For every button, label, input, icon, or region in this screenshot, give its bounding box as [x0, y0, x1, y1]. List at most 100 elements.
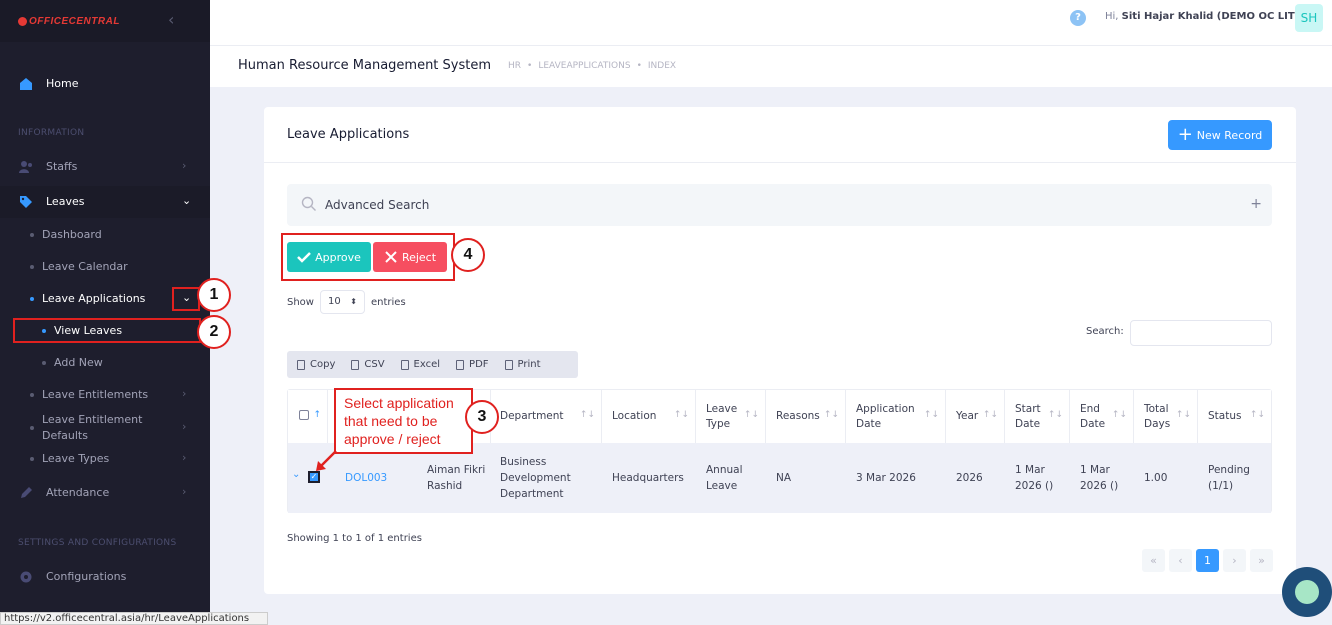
header-label: Start Date: [1015, 402, 1041, 430]
search-icon: [301, 196, 316, 211]
column-header-application-date[interactable]: Application Date ↑↓: [846, 390, 946, 443]
csv-file-icon: [351, 359, 360, 370]
greeting-prefix: Hi,: [1105, 11, 1119, 22]
cell-application-date: 3 Mar 2026: [856, 472, 916, 484]
select-all-checkbox[interactable]: [299, 410, 309, 420]
sort-icon: ↑↓: [743, 410, 759, 420]
expand-row-chevron-icon[interactable]: ⌄: [292, 469, 300, 480]
sidebar: OFFICECENTRAL ‹ Home INFORMATION Staffs …: [0, 0, 210, 625]
prev-page-button[interactable]: ‹: [1169, 549, 1192, 572]
sidebar-subitem-add-new[interactable]: Add New: [0, 351, 210, 375]
show-label: Show: [287, 296, 314, 308]
help-icon[interactable]: ?: [1070, 10, 1086, 26]
select-arrows-icon: ⬍: [350, 297, 357, 306]
csv-button[interactable]: CSV: [351, 359, 385, 370]
column-header-reasons[interactable]: Reasons ↑↓: [766, 390, 846, 443]
sidebar-item-label: Configurations: [46, 570, 127, 583]
section-label-information: INFORMATION: [18, 128, 85, 138]
pen-icon: [21, 487, 32, 498]
logo-mark-icon: [18, 16, 27, 26]
breadcrumb: HR • LEAVEAPPLICATIONS • INDEX: [508, 61, 676, 71]
sidebar-item-attendance[interactable]: Attendance ›: [0, 483, 210, 503]
cell-status: Pending (1/1): [1208, 464, 1250, 492]
sidebar-collapse-icon[interactable]: ‹: [168, 10, 174, 29]
pdf-button[interactable]: PDF: [456, 359, 489, 370]
sidebar-subitem-leave-entitlement-defaults[interactable]: Leave Entitlement Defaults ›: [0, 410, 210, 444]
logo[interactable]: OFFICECENTRAL: [18, 16, 120, 27]
page-length-value: 10: [327, 296, 341, 307]
chat-widget-button[interactable]: [1282, 567, 1332, 617]
sidebar-item-label: Leaves: [46, 195, 85, 208]
sort-icon: ↑↓: [1249, 410, 1265, 420]
first-page-button[interactable]: «: [1142, 549, 1165, 572]
sort-icon: ↑↓: [823, 410, 839, 420]
sidebar-subitem-leave-types[interactable]: Leave Types ›: [0, 447, 210, 471]
column-header-start-date[interactable]: Start Date ↑↓: [1005, 390, 1070, 443]
last-page-button[interactable]: »: [1250, 549, 1273, 572]
bullet-icon: [42, 361, 46, 365]
sort-icon: ↑↓: [982, 410, 998, 420]
sort-icon[interactable]: ↑: [313, 410, 321, 420]
column-header-end-date[interactable]: End Date ↑↓: [1070, 390, 1134, 443]
annotation-note: Select application that need to be appro…: [334, 388, 473, 454]
sidebar-item-label: Attendance: [46, 486, 110, 499]
cell-location: Headquarters: [612, 472, 684, 484]
sidebar-subitem-leave-entitlements[interactable]: Leave Entitlements ›: [0, 383, 210, 407]
cell-start-date: 1 Mar 2026 (): [1015, 464, 1054, 492]
column-header-status[interactable]: Status ↑↓: [1198, 390, 1271, 443]
subheader: Human Resource Management System HR • LE…: [210, 45, 1332, 87]
new-record-button[interactable]: + New Record: [1168, 120, 1272, 150]
sort-icon: ↑↓: [673, 410, 689, 420]
sidebar-subitem-label: Add New: [54, 356, 103, 369]
advanced-search-panel[interactable]: Advanced Search +: [287, 184, 1272, 226]
chat-icon: [1295, 580, 1319, 604]
sidebar-subitem-label: Leave Applications: [42, 292, 146, 305]
bullet-icon: [30, 426, 34, 430]
sort-icon: ↑↓: [1047, 410, 1063, 420]
sidebar-item-home[interactable]: Home: [0, 74, 210, 94]
column-header-department[interactable]: Department ↑↓: [490, 390, 602, 443]
button-label: CSV: [364, 359, 385, 370]
breadcrumb-item[interactable]: INDEX: [648, 61, 676, 71]
sidebar-subitem-leave-calendar[interactable]: Leave Calendar: [0, 255, 210, 279]
breadcrumb-item[interactable]: LEAVEAPPLICATIONS: [538, 61, 630, 71]
bullet-icon: [30, 297, 34, 301]
chevron-right-icon: ›: [182, 387, 187, 400]
user-name: Siti Hajar Khalid (DEMO OC LITE): [1121, 11, 1307, 22]
column-header-location[interactable]: Location ↑↓: [602, 390, 696, 443]
select-all-header: ↑: [288, 390, 328, 443]
topbar: ? Hi, Siti Hajar Khalid (DEMO OC LITE) S…: [210, 0, 1332, 45]
next-page-button[interactable]: ›: [1223, 549, 1246, 572]
sidebar-subitem-label: Leave Types: [42, 452, 110, 465]
sort-icon: ↑↓: [923, 410, 939, 420]
chevron-right-icon: ›: [182, 159, 187, 172]
column-header-year[interactable]: Year ↑↓: [946, 390, 1005, 443]
pdf-file-icon: [456, 359, 465, 370]
expand-plus-icon[interactable]: +: [1250, 196, 1262, 212]
button-label: New Record: [1196, 128, 1263, 142]
sidebar-item-configurations[interactable]: Configurations: [0, 567, 210, 587]
search-input[interactable]: [1130, 320, 1272, 346]
header-label: Status: [1208, 410, 1242, 422]
status-bar-url: https://v2.officecentral.asia/hr/LeaveAp…: [0, 612, 268, 625]
user-greeting[interactable]: Hi, Siti Hajar Khalid (DEMO OC LITE): [1105, 11, 1306, 22]
column-header-total-days[interactable]: Total Days ↑↓: [1134, 390, 1198, 443]
users-icon: [19, 161, 32, 173]
excel-button[interactable]: Excel: [400, 359, 440, 370]
export-toolbar: Copy CSV Excel PDF Print: [287, 351, 578, 378]
avatar[interactable]: SH: [1295, 4, 1323, 32]
chevron-right-icon: ›: [182, 451, 187, 464]
button-label: Copy: [310, 359, 336, 370]
page-length-select[interactable]: 10 ⬍: [319, 290, 365, 314]
copy-button[interactable]: Copy: [297, 359, 335, 370]
sidebar-item-leaves[interactable]: Leaves ⌄: [0, 192, 210, 212]
print-button[interactable]: Print: [504, 359, 541, 370]
page-1-button[interactable]: 1: [1196, 549, 1219, 572]
breadcrumb-item[interactable]: HR: [508, 61, 521, 71]
header-label: Year: [956, 410, 979, 422]
sidebar-item-staffs[interactable]: Staffs ›: [0, 157, 210, 177]
section-label-settings: SETTINGS AND CONFIGURATIONS: [18, 538, 177, 548]
sidebar-subitem-dashboard[interactable]: Dashboard: [0, 223, 210, 247]
header-label: End Date: [1080, 402, 1106, 430]
column-header-leave-type[interactable]: Leave Type ↑↓: [696, 390, 766, 443]
